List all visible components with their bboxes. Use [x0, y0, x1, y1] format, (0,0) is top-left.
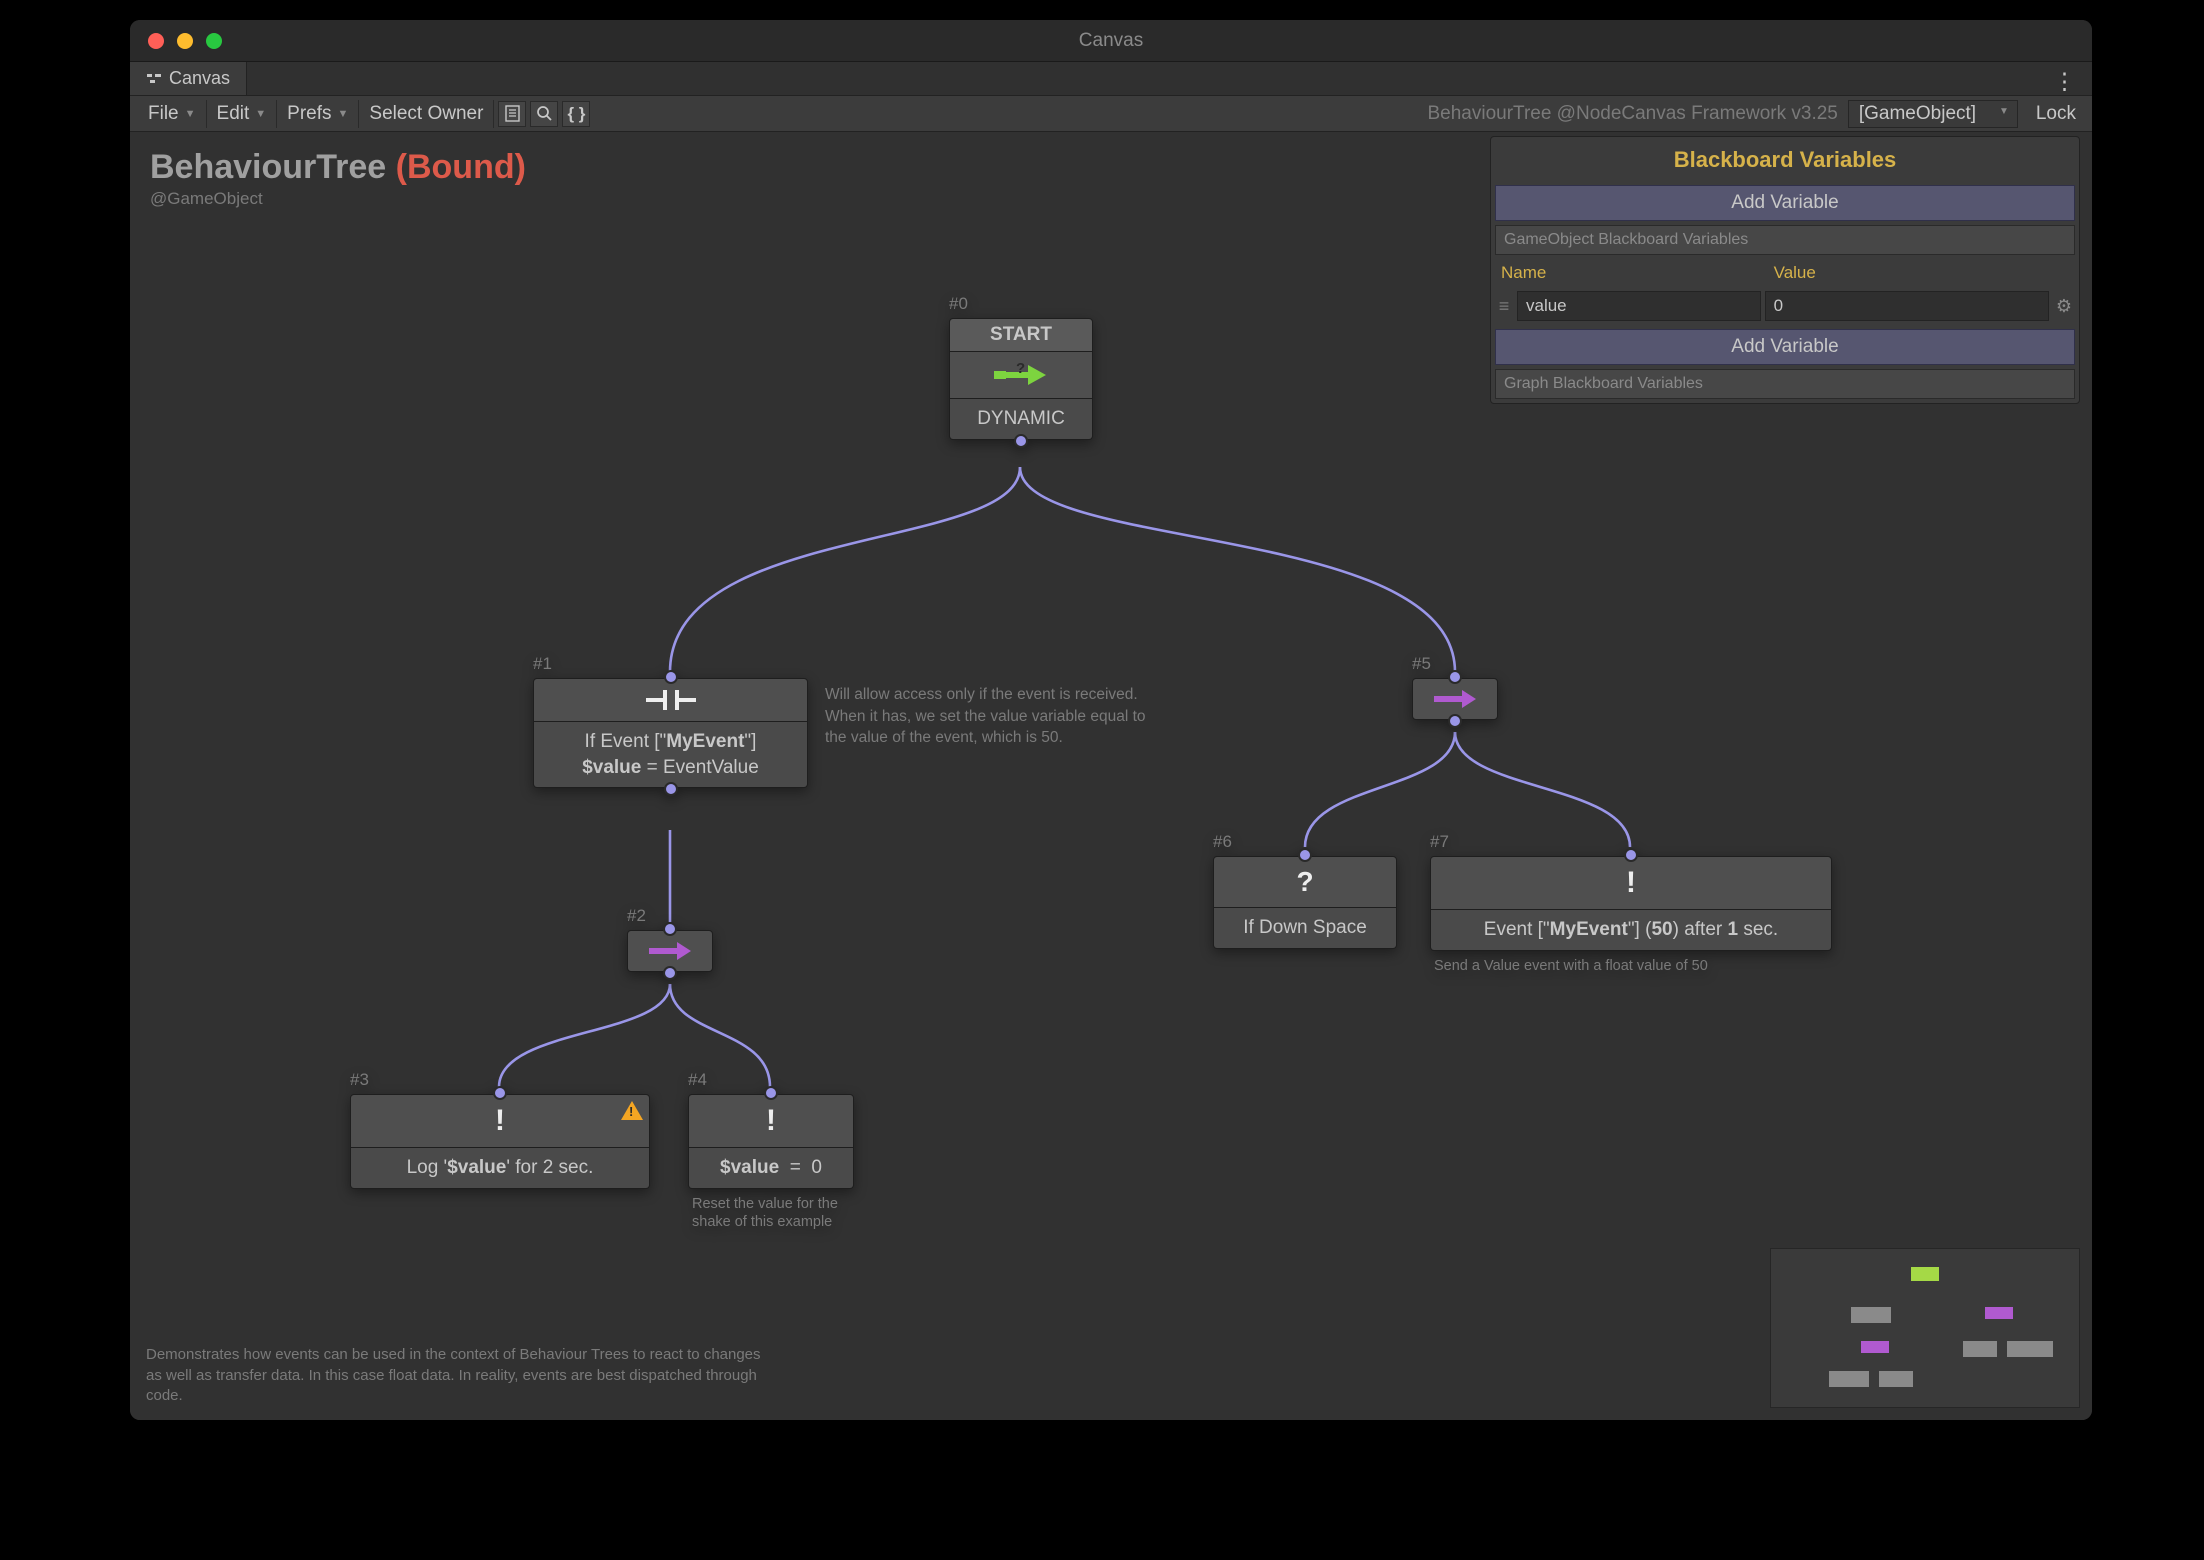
input-port[interactable]: [663, 922, 677, 936]
node-head: START: [949, 318, 1093, 352]
node-comment: Reset the value for the shake of this ex…: [688, 1193, 854, 1235]
node-condition-event[interactable]: #1 If Event ["MyEvent"] $value = EventVa…: [533, 654, 808, 788]
node-reset-action[interactable]: #4 ! $value = 0 Reset the value for the …: [688, 1070, 854, 1234]
node-comment: Send a Value event with a float value of…: [1430, 955, 1832, 978]
menu-prefs[interactable]: Prefs▼: [277, 100, 359, 128]
input-port[interactable]: [764, 1086, 778, 1100]
warning-icon: [621, 1101, 643, 1120]
node-body: $value = 0: [688, 1148, 854, 1189]
action-icon: !: [350, 1094, 650, 1148]
action-icon: !: [1430, 856, 1832, 910]
gear-icon[interactable]: ⚙: [2053, 296, 2075, 317]
minimap[interactable]: [1770, 1248, 2080, 1408]
blackboard-columns: Name Value: [1495, 259, 2075, 287]
node-comment: Will allow access only if the event is r…: [825, 684, 1165, 749]
framework-version-label: BehaviourTree @NodeCanvas Framework v3.2…: [1427, 103, 1837, 125]
input-port[interactable]: [664, 670, 678, 684]
titlebar: Canvas: [130, 20, 2092, 62]
search-icon[interactable]: [530, 101, 558, 127]
condition-icon: [533, 678, 808, 722]
tab-strip: Canvas ⋮: [130, 62, 2092, 96]
node-body: If Event ["MyEvent"] $value = EventValue: [533, 722, 808, 788]
input-port[interactable]: [1448, 670, 1462, 684]
svg-text:?: ?: [1016, 361, 1025, 377]
tab-label: Canvas: [169, 68, 230, 89]
blackboard-section-graph: Graph Blackboard Variables: [1495, 369, 2075, 399]
close-window-button[interactable]: [148, 33, 164, 49]
tab-canvas[interactable]: Canvas: [130, 61, 247, 95]
node-body: Event ["MyEvent"] (50) after 1 sec.: [1430, 910, 1832, 951]
chevron-down-icon: ▼: [255, 108, 266, 120]
input-port[interactable]: [493, 1086, 507, 1100]
drag-handle-icon[interactable]: ≡: [1495, 296, 1513, 317]
graph-description: Demonstrates how events can be used in t…: [138, 1339, 788, 1412]
menu-file[interactable]: File▼: [138, 100, 207, 128]
variable-name-input[interactable]: [1517, 291, 1761, 321]
question-icon: ?: [1213, 856, 1397, 908]
node-condition-input[interactable]: #6 ? If Down Space: [1213, 832, 1397, 949]
graph-subtitle: @GameObject: [150, 189, 526, 209]
add-variable-button[interactable]: Add Variable: [1495, 329, 2075, 365]
node-log-action[interactable]: #3 ! Log '$value' for 2 sec.: [350, 1070, 650, 1189]
document-icon[interactable]: [498, 101, 526, 127]
node-start[interactable]: #0 START ? DYNAMIC: [949, 294, 1093, 440]
graph-title: BehaviourTree (Bound) @GameObject: [150, 148, 526, 209]
toolbar: File▼ Edit▼ Prefs▼ Select Owner { } Beha…: [130, 96, 2092, 132]
dynamic-selector-icon: ?: [949, 352, 1093, 399]
output-port[interactable]: [664, 782, 678, 796]
input-port[interactable]: [1298, 848, 1312, 862]
app-window: Canvas Canvas ⋮ File▼ Edit▼ Prefs▼ Selec…: [130, 20, 2092, 1420]
canvas-tab-icon: [146, 70, 162, 86]
window-controls: [148, 33, 222, 49]
node-sequencer[interactable]: #5: [1412, 654, 1498, 720]
blackboard-title: Blackboard Variables: [1495, 141, 2075, 181]
node-send-event-action[interactable]: #7 ! Event ["MyEvent"] (50) after 1 sec.…: [1430, 832, 1832, 977]
variable-value-input[interactable]: [1765, 291, 2049, 321]
output-port[interactable]: [663, 966, 677, 980]
owner-dropdown[interactable]: [GameObject]: [1848, 100, 2018, 128]
node-body: If Down Space: [1213, 908, 1397, 949]
braces-icon[interactable]: { }: [562, 101, 590, 127]
graph-canvas[interactable]: BehaviourTree (Bound) @GameObject #0 STA…: [130, 132, 2092, 1420]
chevron-down-icon: ▼: [185, 108, 196, 120]
menu-edit[interactable]: Edit▼: [207, 100, 278, 128]
lock-toggle[interactable]: Lock: [2028, 103, 2084, 125]
output-port[interactable]: [1014, 434, 1028, 448]
output-port[interactable]: [1448, 714, 1462, 728]
input-port[interactable]: [1624, 848, 1638, 862]
tab-more-icon[interactable]: ⋮: [2047, 68, 2082, 95]
minimize-window-button[interactable]: [177, 33, 193, 49]
select-owner-button[interactable]: Select Owner: [359, 100, 494, 128]
blackboard-section-gameobject: GameObject Blackboard Variables: [1495, 225, 2075, 255]
action-icon: !: [688, 1094, 854, 1148]
blackboard-variable-row: ≡ ⚙: [1495, 291, 2075, 325]
node-body: Log '$value' for 2 sec.: [350, 1148, 650, 1189]
bound-status-label: (Bound): [396, 148, 526, 186]
chevron-down-icon: ▼: [338, 108, 349, 120]
maximize-window-button[interactable]: [206, 33, 222, 49]
blackboard-panel: Blackboard Variables Add Variable GameOb…: [1490, 136, 2080, 404]
add-variable-button[interactable]: Add Variable: [1495, 185, 2075, 221]
node-sequencer[interactable]: #2: [627, 906, 713, 972]
window-title: Canvas: [130, 30, 2092, 52]
